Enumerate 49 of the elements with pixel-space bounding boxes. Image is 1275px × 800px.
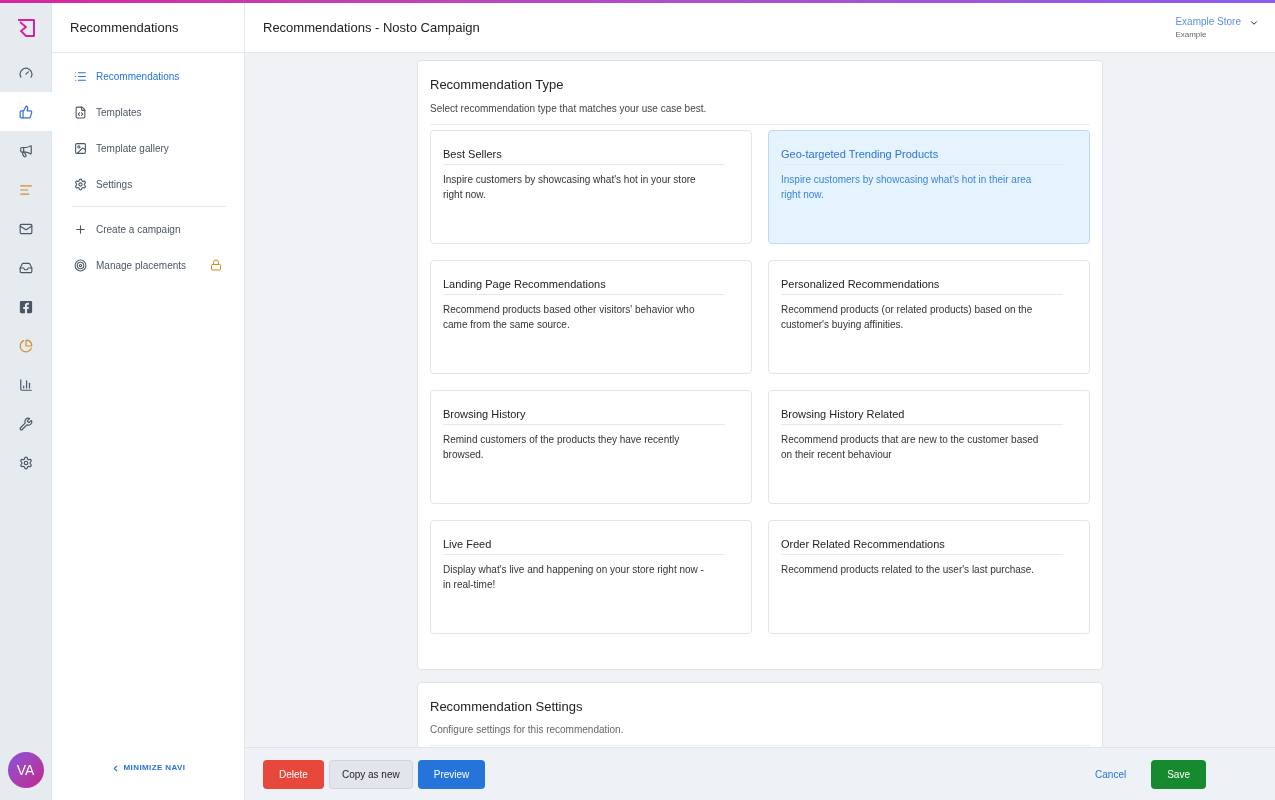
settings-icon [74, 177, 87, 191]
sidebar-action[interactable]: Create a campaign [74, 211, 222, 247]
cancel-link[interactable]: Cancel [1083, 759, 1139, 789]
logo-icon[interactable] [15, 18, 36, 38]
sidebar-item[interactable]: Recommendations [74, 58, 222, 94]
recommendation-type-card[interactable]: Personalized Recommendations Recommend products (or related products) based on the customer's buying affinities. [768, 259, 1090, 374]
lock-icon [210, 259, 222, 271]
list-icon [74, 69, 87, 83]
target-icon [74, 258, 87, 272]
pie-chart-icon [18, 338, 33, 353]
bar-chart-icon [18, 377, 33, 392]
gauge-icon [18, 65, 33, 80]
thumbs-up-icon [18, 104, 33, 119]
wrench-icon [18, 416, 33, 431]
recommendation-type-card[interactable]: Geo-targeted Trending Products Inspire customers by showcasing what's hot in their area right now. [768, 129, 1090, 244]
recommendation-type-card[interactable]: Order Related Recommendations Recommend products related to the user's last purchase. [768, 519, 1090, 634]
facebook-icon [18, 299, 33, 314]
recommendation-type-card[interactable]: Best Sellers Inspire customers by showcasing what's hot in your store right now. [430, 129, 752, 244]
recommendation-type-card[interactable]: Browsing History Related Recommend products that are new to the customer based on their recent behaviour [768, 389, 1090, 504]
recommendation-type-card[interactable]: Live Feed Display what's live and happening on your store right now - in real-time! [430, 519, 752, 634]
sidebar-item[interactable]: Settings [74, 166, 222, 202]
megaphone-icon [18, 143, 33, 158]
chevron-down-icon [1249, 18, 1259, 28]
action-button[interactable]: Copy as new [328, 759, 413, 789]
user-avatar[interactable]: VA [7, 752, 44, 788]
rail-item[interactable] [0, 92, 52, 131]
image-icon [74, 141, 87, 155]
plus-icon [74, 222, 87, 236]
section-title: Recommendation Type [430, 76, 565, 94]
action-button[interactable]: Preview [417, 759, 486, 789]
section-subtitle: Select recommendation type that matches your use case best. [430, 100, 1090, 125]
sidebar-title: Recommendations [70, 18, 179, 37]
page-title: Recommendations - Nosto Campaign [263, 18, 480, 37]
minimize-navi-link[interactable]: MINIMIZE NAVI [110, 762, 186, 774]
section-subtitle: Configure settings for this recommendation. [430, 722, 1090, 746]
recommendation-type-card[interactable]: Browsing History Remind customers of the products they have recently browsed. [430, 389, 752, 504]
action-button[interactable]: Save [1151, 759, 1206, 789]
sidebar-item[interactable]: Template gallery [74, 130, 222, 166]
sidebar-action[interactable]: Manage placements [74, 247, 222, 283]
mail-icon [18, 221, 33, 236]
section-title: Recommendation Settings [430, 697, 584, 716]
store-switcher[interactable]: Example Store Example [1175, 14, 1259, 41]
recommendation-type-card[interactable]: Landing Page Recommendations Recommend products based other visitors' behavior who came from the same source. [430, 259, 752, 374]
file-icon [74, 105, 87, 119]
settings-icon [18, 455, 33, 470]
sidebar-item[interactable]: Templates [74, 94, 222, 130]
action-button[interactable]: Delete [263, 759, 324, 789]
inbox-icon [18, 260, 33, 275]
bars-icon [18, 182, 33, 197]
